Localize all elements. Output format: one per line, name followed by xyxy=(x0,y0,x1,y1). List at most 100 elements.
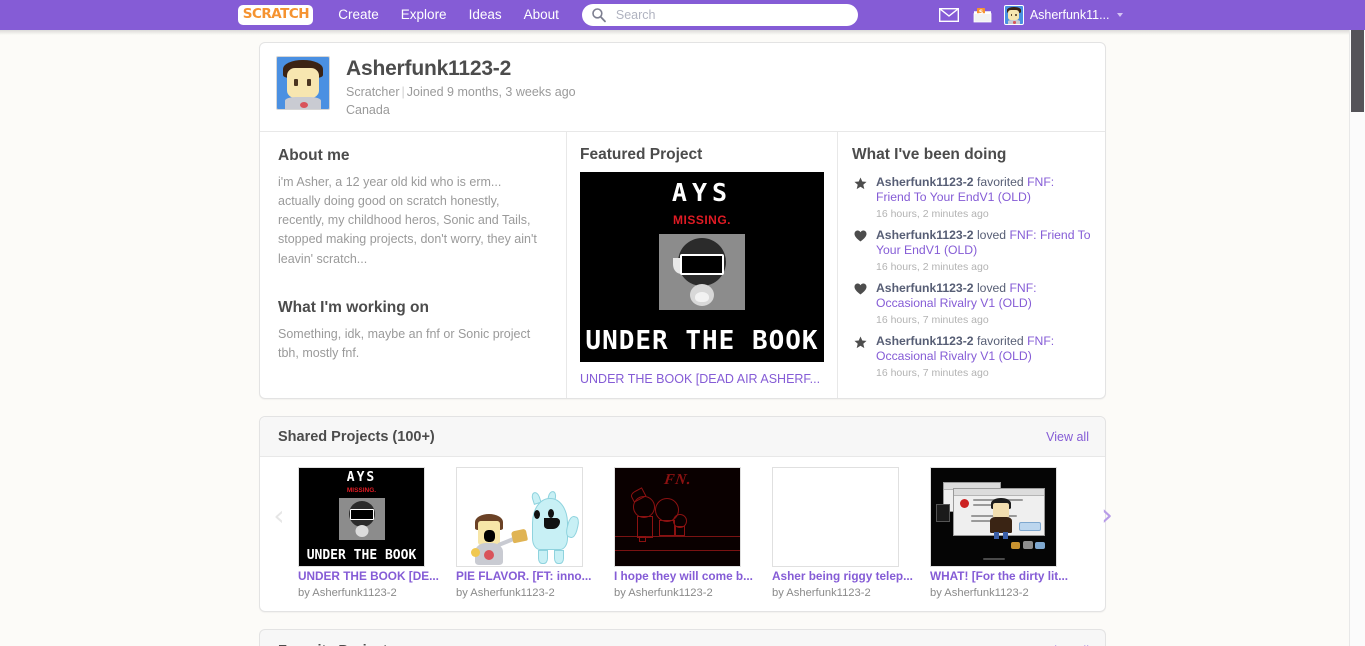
activity-title: What I've been doing xyxy=(852,146,1007,164)
user-avatar xyxy=(1003,5,1024,25)
shared-projects-view-all[interactable]: View all xyxy=(1046,430,1089,444)
activity-item: Asherfunk1123-2 loved FNF: Friend To You… xyxy=(852,225,1091,278)
working-on-title: What I'm working on xyxy=(278,298,429,316)
project-thumbnail[interactable] xyxy=(456,466,583,567)
featured-thumb-line2: MISSING. xyxy=(672,213,731,228)
activity-verb: loved xyxy=(976,227,1007,242)
top-navbar: SCRATCH Create Explore Ideas About Searc… xyxy=(0,0,1365,30)
activity-verb: favorited xyxy=(976,175,1024,190)
activity-user[interactable]: Asherfunk1123-2 xyxy=(876,281,974,295)
working-on-text: Something, idk, maybe an fnf or Sonic pr… xyxy=(278,326,531,360)
project-title-link[interactable]: WHAT! [For the dirty lit... xyxy=(930,569,1068,583)
account-username: Asherfunk11... xyxy=(1029,8,1110,22)
profile-columns: About me i'm Asher, a 12 year old kid wh… xyxy=(260,132,1105,398)
activity-timestamp: 16 hours, 2 minutes ago xyxy=(876,207,989,220)
activity-item: Asherfunk1123-2 favorited FNF: Friend To… xyxy=(852,172,1091,225)
navbar-shadow xyxy=(0,30,1349,35)
chevron-left-icon[interactable]: ‹ xyxy=(260,501,298,564)
about-me-title: About me xyxy=(278,147,350,165)
chevron-down-icon xyxy=(1116,13,1123,17)
page-scroll-area: Asherfunk1123-2 Scratcher | Joined 9 month… xyxy=(0,30,1365,646)
project-title-link[interactable]: I hope they will come b... xyxy=(614,569,753,583)
navbar-right-group: S Asherfunk11... xyxy=(932,0,1133,30)
page-content: Asherfunk1123-2 Scratcher | Joined 9 month… xyxy=(259,42,1113,646)
featured-thumb-character xyxy=(659,234,745,311)
project-thumbnail[interactable]: AYS MISSING. UNDER THE BOOK xyxy=(298,466,425,567)
star-icon xyxy=(852,175,868,190)
profile-role: Scratcher xyxy=(346,85,400,100)
project-author: by Asherfunk1123-2 xyxy=(930,586,1029,599)
carousel-track: AYS MISSING. UNDER THE BOOK UNDER THE BO… xyxy=(298,466,1088,599)
navbar-scrollbar-cap xyxy=(1349,0,1365,30)
tile-thumb-line1: AYS xyxy=(346,469,377,485)
project-thumbnail[interactable] xyxy=(772,466,899,567)
activity-list: Asherfunk1123-2 favorited FNF: Friend To… xyxy=(852,172,1091,384)
page-scrollbar-track[interactable] xyxy=(1349,30,1365,646)
my-stuff-button[interactable]: S xyxy=(966,0,1000,30)
project-tile: AYS MISSING. UNDER THE BOOK UNDER THE BO… xyxy=(298,466,456,599)
chevron-right-icon[interactable]: › xyxy=(1088,500,1126,565)
project-tile: WHAT! [For the dirty lit... by Asherfunk… xyxy=(930,466,1088,599)
activity-user[interactable]: Asherfunk1123-2 xyxy=(876,334,974,348)
activity-text: Asherfunk1123-2 favorited FNF: Friend To… xyxy=(876,175,1091,221)
profile-joined: Joined 9 months, 3 weeks ago xyxy=(406,85,576,100)
nav-link-about[interactable]: About xyxy=(513,0,570,30)
profile-meta: Scratcher | Joined 9 months, 3 weeks ago xyxy=(346,85,576,101)
heart-icon xyxy=(852,281,868,295)
about-column: About me i'm Asher, a 12 year old kid wh… xyxy=(260,132,566,398)
featured-project-title: Featured Project xyxy=(580,146,703,164)
profile-header: Asherfunk1123-2 Scratcher | Joined 9 month… xyxy=(260,43,1105,133)
project-title-link[interactable]: Asher being riggy telep... xyxy=(772,569,913,583)
tile-thumb-character xyxy=(338,497,385,540)
tile-thumb-line1: FN. xyxy=(662,471,693,488)
activity-item: Asherfunk1123-2 loved FNF: Occasional Ri… xyxy=(852,278,1091,331)
my-stuff-folder-icon: S xyxy=(973,7,992,23)
project-tile: FN. I hope they will come b... by Asherf… xyxy=(614,466,772,599)
project-title-link[interactable]: PIE FLAVOR. [FT: inno... xyxy=(456,569,591,583)
featured-thumb-line3: UNDER THE BOOK xyxy=(585,326,819,357)
meta-separator: | xyxy=(401,85,405,100)
featured-project-link[interactable]: UNDER THE BOOK [DEAD AIR ASHERF... xyxy=(580,372,824,386)
project-author: by Asherfunk1123-2 xyxy=(772,586,871,599)
project-tile: PIE FLAVOR. [FT: inno... by Asherfunk112… xyxy=(456,466,614,599)
project-thumbnail[interactable]: FN. xyxy=(614,466,741,567)
project-tile: Asher being riggy telep... by Asherfunk1… xyxy=(772,466,930,599)
heart-icon xyxy=(852,228,868,242)
activity-text: Asherfunk1123-2 loved FNF: Friend To You… xyxy=(876,228,1091,274)
activity-timestamp: 16 hours, 2 minutes ago xyxy=(876,260,989,273)
about-me-text: i'm Asher, a 12 year old kid who is erm.… xyxy=(278,175,537,266)
featured-thumb-line1: AYS xyxy=(671,178,733,208)
shared-projects-carousel: ‹ AYS MISSING. UNDER THE BOOK UNDER THE … xyxy=(260,457,1113,611)
scratch-logo[interactable]: SCRATCH xyxy=(237,5,314,25)
profile-card: Asherfunk1123-2 Scratcher | Joined 9 month… xyxy=(259,42,1106,399)
nav-link-ideas[interactable]: Ideas xyxy=(458,0,513,30)
nav-link-create[interactable]: Create xyxy=(327,0,390,30)
envelope-icon xyxy=(938,7,959,23)
activity-text: Asherfunk1123-2 loved FNF: Occasional Ri… xyxy=(876,281,1091,327)
search-input[interactable] xyxy=(581,4,858,26)
profile-username: Asherfunk1123-2 xyxy=(346,57,512,80)
activity-timestamp: 16 hours, 7 minutes ago xyxy=(876,366,989,379)
featured-project-column: Featured Project AYS MISSING. UNDER THE … xyxy=(566,132,838,398)
featured-project-thumbnail[interactable]: AYS MISSING. UNDER THE BOOK xyxy=(580,172,824,363)
activity-user[interactable]: Asherfunk1123-2 xyxy=(876,175,974,189)
messages-button[interactable] xyxy=(932,0,966,30)
activity-user[interactable]: Asherfunk1123-2 xyxy=(876,228,974,242)
shared-projects-card: Shared Projects (100+) View all ‹ AYS MI… xyxy=(259,415,1113,612)
star-icon xyxy=(852,334,868,349)
shared-projects-header: Shared Projects (100+) View all xyxy=(260,416,1105,457)
search-container xyxy=(581,4,858,26)
account-menu[interactable]: Asherfunk11... xyxy=(1000,0,1129,30)
user-avatar-large[interactable] xyxy=(276,56,330,110)
activity-verb: loved xyxy=(976,280,1007,295)
activity-text: Asherfunk1123-2 favorited FNF: Occasiona… xyxy=(876,334,1091,380)
tile-thumb-line3: UNDER THE BOOK xyxy=(306,547,417,563)
activity-column: What I've been doing Asherfunk1123-2 fav… xyxy=(838,132,1105,398)
profile-identity: Asherfunk1123-2 Scratcher | Joined 9 month… xyxy=(346,56,576,118)
project-author: by Asherfunk1123-2 xyxy=(614,586,713,599)
project-title-link[interactable]: UNDER THE BOOK [DE... xyxy=(298,569,439,583)
project-thumbnail[interactable] xyxy=(930,466,1057,567)
activity-timestamp: 16 hours, 7 minutes ago xyxy=(876,313,989,326)
tile-thumb-line2: MISSING. xyxy=(346,486,377,494)
nav-link-explore[interactable]: Explore xyxy=(390,0,458,30)
